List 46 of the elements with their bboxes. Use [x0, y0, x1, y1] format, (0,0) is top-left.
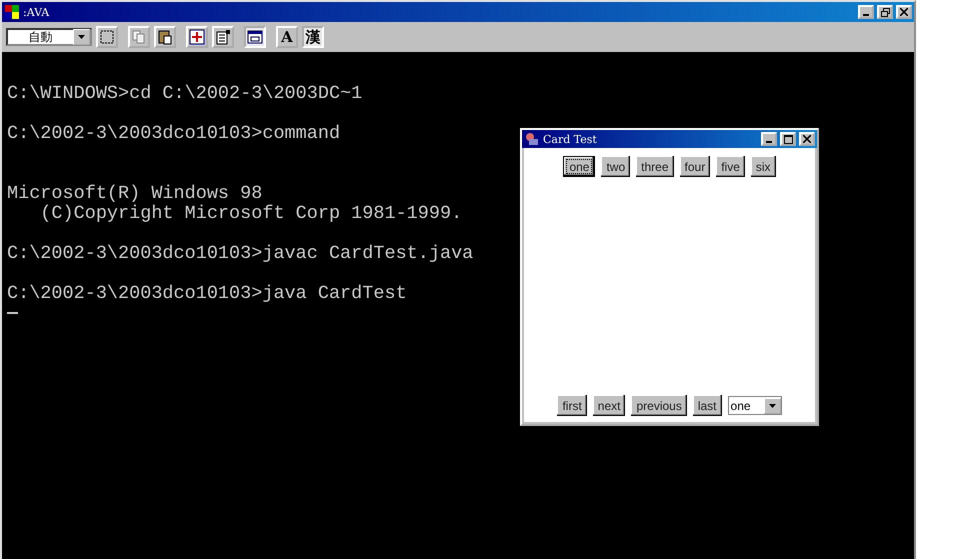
window-title: Card Test [543, 132, 598, 146]
toolbar-button[interactable] [186, 26, 208, 48]
close-icon [803, 135, 811, 143]
caret-icon [768, 404, 776, 408]
nav-button[interactable]: next [592, 395, 626, 416]
copy-icon [131, 29, 147, 45]
dashed-rectangle-icon [99, 29, 115, 45]
clipboard-icon [157, 29, 173, 45]
close-button[interactable] [896, 5, 912, 19]
card-button[interactable]: five [716, 156, 745, 177]
card-button[interactable]: two [601, 156, 630, 177]
font-button[interactable]: A [276, 26, 298, 48]
caret-icon [78, 35, 85, 39]
app-icon [4, 4, 20, 20]
console-line: (C)Copyright Microsoft Corp 1981-1999. [39, 204, 462, 224]
maximize-button[interactable] [780, 132, 796, 146]
card-button[interactable]: one [563, 156, 596, 177]
font-size-select[interactable]: 自動 [6, 28, 92, 46]
card-button[interactable]: four [680, 156, 710, 177]
nav-button[interactable]: first [557, 395, 587, 416]
window-icon [247, 29, 263, 45]
console-line: C:\2002-3\2003dco10103>java CardTest [7, 284, 407, 304]
nav-button[interactable]: previous [631, 395, 687, 416]
card-button[interactable]: six [750, 156, 776, 177]
close-button[interactable] [799, 132, 815, 146]
close-icon [900, 8, 908, 16]
properties-icon [215, 29, 231, 45]
toolbar-button[interactable] [96, 26, 118, 48]
restore-icon [880, 8, 890, 16]
window-title: :AVA [23, 6, 50, 18]
minimize-button[interactable] [761, 132, 777, 146]
card-choice[interactable]: one [728, 396, 782, 415]
card-button[interactable]: three [636, 156, 674, 177]
toolbar-button[interactable] [212, 26, 234, 48]
console-line: C:\2002-3\2003dco10103>command [7, 124, 340, 144]
minimize-button[interactable] [858, 5, 874, 19]
app-icon [524, 131, 540, 147]
maximize-icon [784, 134, 792, 144]
toolbar-button[interactable] [244, 26, 266, 48]
console-line: Microsoft(R) Windows 98 [7, 184, 262, 204]
ime-button[interactable]: 漢 [302, 26, 324, 48]
restore-button[interactable] [877, 5, 893, 19]
toolbar-button[interactable] [154, 26, 176, 48]
console-line: C:\2002-3\2003dco10103>javac CardTest.java [7, 244, 474, 264]
console-line: C:\WINDOWS>cd C:\2002-3\2003DC~1 [7, 84, 362, 104]
nav-button[interactable]: last [692, 395, 722, 416]
